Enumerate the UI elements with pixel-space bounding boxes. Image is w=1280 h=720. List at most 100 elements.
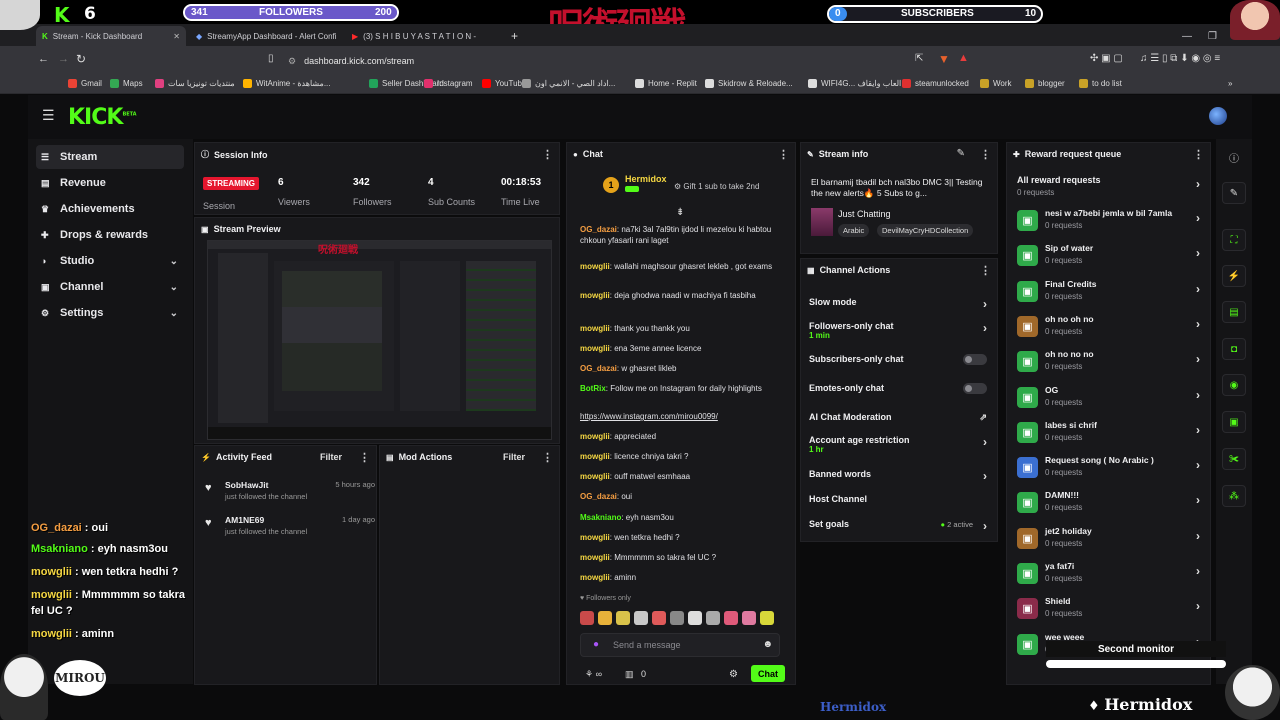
all-rewards-label[interactable]: All reward requests (1017, 175, 1101, 185)
bookmarks-overflow-icon[interactable]: » (1228, 79, 1232, 88)
reward-item[interactable]: ▣ ya fat7i 0 requests › (1007, 558, 1210, 591)
chat-username[interactable]: mowglii (580, 291, 610, 300)
sidebar-item-stream[interactable]: ☰ Stream (36, 145, 184, 169)
bookmark-item[interactable]: WIFI4G... العاب وايقاف (808, 79, 901, 88)
reload-icon[interactable]: ↻ (76, 52, 86, 66)
emote-icon[interactable] (634, 611, 648, 625)
new-tab-button[interactable]: + (505, 26, 524, 46)
mod-filter-button[interactable]: Filter (503, 452, 525, 462)
pinned-user[interactable]: Hermidox (625, 174, 667, 184)
more-icon[interactable]: ⋮ (1193, 148, 1204, 161)
chat-username[interactable]: mowglii (580, 472, 610, 481)
bookmark-item[interactable]: منتديات تونيزيا سات (155, 79, 235, 88)
chat-username[interactable]: mowglii (580, 324, 610, 333)
chat-link[interactable]: https://www.instagram.com/mirou0099/ (580, 412, 718, 421)
chat-username[interactable]: Msakniano (580, 513, 621, 522)
cart-icon[interactable]: ▥ (625, 669, 634, 680)
toggle-switch[interactable] (963, 354, 987, 365)
url-field[interactable]: ⚙ dashboard.kick.com/stream (288, 52, 968, 70)
sidebar-item-drops-rewards[interactable]: ✚ Drops & rewards (36, 223, 184, 247)
sidebar-item-revenue[interactable]: ▤ Revenue (36, 171, 184, 195)
more-icon[interactable]: ⋮ (980, 148, 991, 161)
chat-username[interactable]: OG_dazai (580, 492, 617, 501)
reward-item[interactable]: ▣ labes si chrif 0 requests › (1007, 417, 1210, 450)
kick-logo[interactable]: KICKBETA (68, 105, 137, 130)
reward-item[interactable]: ▣ DAMN!!! 0 requests › (1007, 487, 1210, 520)
share-icon[interactable]: ⇱ (915, 53, 923, 64)
activity-user[interactable]: SobHawJit (225, 480, 268, 490)
edit-icon[interactable]: ✎ (1222, 182, 1246, 204)
reward-item[interactable]: ▣ Request song ( No Arabic ) 0 requests › (1007, 452, 1210, 485)
tag-arabic[interactable]: Arabic (838, 224, 870, 237)
channel-action-followers-only-chat[interactable]: Followers-only chat 1 min › (809, 321, 993, 341)
emote-icon[interactable] (652, 611, 666, 625)
info-icon[interactable]: ⓘ (1222, 146, 1246, 168)
channel-action-emotes-only-chat[interactable]: Emotes-only chat (809, 383, 993, 403)
more-icon[interactable]: ⋮ (359, 451, 370, 464)
bookmark-item[interactable]: blogger (1025, 79, 1065, 88)
tab-youtube[interactable]: ▶ (3) S H I B U Y A S T A T I O N - (346, 26, 496, 46)
video-camera-icon[interactable]: ▣ (1222, 411, 1246, 433)
stream-preview-video[interactable]: 呪術廻戦 (207, 240, 552, 440)
broadcast-icon[interactable]: ◉ (1222, 374, 1246, 396)
emote-icon[interactable] (742, 611, 756, 625)
maximize-icon[interactable]: ❐ (1202, 26, 1223, 46)
bookmark-item[interactable]: Work (980, 79, 1012, 88)
channel-action-slow-mode[interactable]: Slow mode › (809, 297, 993, 317)
close-icon[interactable]: ✕ (173, 32, 180, 41)
bookmark-item[interactable]: Gmail (68, 79, 102, 88)
chat-username[interactable]: mowglii (580, 573, 610, 582)
chat-username[interactable]: mowglii (580, 432, 610, 441)
more-icon[interactable]: ⋮ (542, 451, 553, 464)
activity-item[interactable]: ♥ SobHawJit 5 hours ago just followed the c… (205, 480, 375, 510)
emote-icon[interactable] (598, 611, 612, 625)
bookmark-item[interactable]: to do list (1079, 79, 1122, 88)
chat-icon[interactable]: ◘ (1222, 338, 1246, 360)
chat-settings-icon[interactable]: ⚙ (729, 669, 738, 680)
back-icon[interactable]: ← (38, 53, 49, 65)
channel-action-account-age-restriction[interactable]: Account age restriction 1 hr › (809, 435, 993, 455)
menu-icon[interactable]: ☰ (42, 107, 55, 124)
bookmark-icon[interactable]: ▯ (268, 53, 274, 64)
bookmark-item[interactable]: YouTube (482, 79, 526, 88)
bookmark-item[interactable]: Skidrow & Reloade... (705, 79, 793, 88)
tab-streamyapp[interactable]: ◆ StreamyApp Dashboard - Alert Confi (190, 26, 340, 46)
channel-action-host-channel[interactable]: Host Channel (809, 494, 993, 514)
emote-icon[interactable] (760, 611, 774, 625)
reward-item[interactable]: ▣ oh no no no 0 requests › (1007, 346, 1210, 379)
reward-item[interactable]: ▣ Final Credits 0 requests › (1007, 276, 1210, 309)
emote-icon[interactable] (616, 611, 630, 625)
toolbar-icons[interactable]: ♫ ☰ ▯ ⧉ ⬇ ◉ ◎ ≡ (1140, 53, 1220, 64)
bookmark-item[interactable]: Instagram (424, 79, 473, 88)
reward-item[interactable]: ▣ Shield 0 requests › (1007, 593, 1210, 626)
lightning-icon[interactable]: ⚡ (1222, 265, 1246, 287)
emote-icon[interactable] (706, 611, 720, 625)
chat-username[interactable]: mowglii (580, 262, 610, 271)
emote-icon[interactable] (688, 611, 702, 625)
send-chat-button[interactable]: Chat (751, 665, 785, 682)
emote-icon[interactable] (580, 611, 594, 625)
reward-item[interactable]: ▣ nesi w a7bebi jemla w bil 7amla 0 reques… (1007, 205, 1210, 238)
chat-input[interactable]: ● Send a message ☻ (580, 633, 780, 657)
more-icon[interactable]: ⋮ (980, 264, 991, 277)
bookmark-item[interactable]: اداد الصي - الانمي اون... (522, 79, 615, 88)
bookmark-item[interactable]: Maps (110, 79, 143, 88)
chat-username[interactable]: OG_dazai (580, 364, 617, 373)
chat-username[interactable]: BotRix (580, 384, 606, 393)
emoji-icon[interactable]: ☻ (762, 639, 773, 650)
channel-action-subscribers-only-chat[interactable]: Subscribers-only chat (809, 354, 993, 374)
forward-icon[interactable]: → (58, 53, 69, 65)
brave-rewards-icon[interactable]: ▲ (958, 52, 969, 64)
more-icon[interactable]: ⋮ (542, 148, 553, 161)
activity-filter-button[interactable]: Filter (320, 452, 342, 462)
sidebar-item-settings[interactable]: ⚙ Settings ⌄ (36, 301, 184, 325)
emote-icon[interactable] (724, 611, 738, 625)
chat-username[interactable]: mowglii (580, 533, 610, 542)
activity-user[interactable]: AM1NE69 (225, 515, 264, 525)
chat-username[interactable]: OG_dazai (580, 225, 617, 234)
toggle-switch[interactable] (963, 383, 987, 394)
channel-action-ai-chat-moderation[interactable]: AI Chat Moderation ⇗ (809, 412, 993, 432)
sidebar-item-studio[interactable]: ◑ Studio ⌄ (36, 249, 184, 273)
site-info-icon[interactable]: ⚙ (288, 56, 296, 67)
reward-item[interactable]: ▣ Sip of water 0 requests › (1007, 240, 1210, 273)
